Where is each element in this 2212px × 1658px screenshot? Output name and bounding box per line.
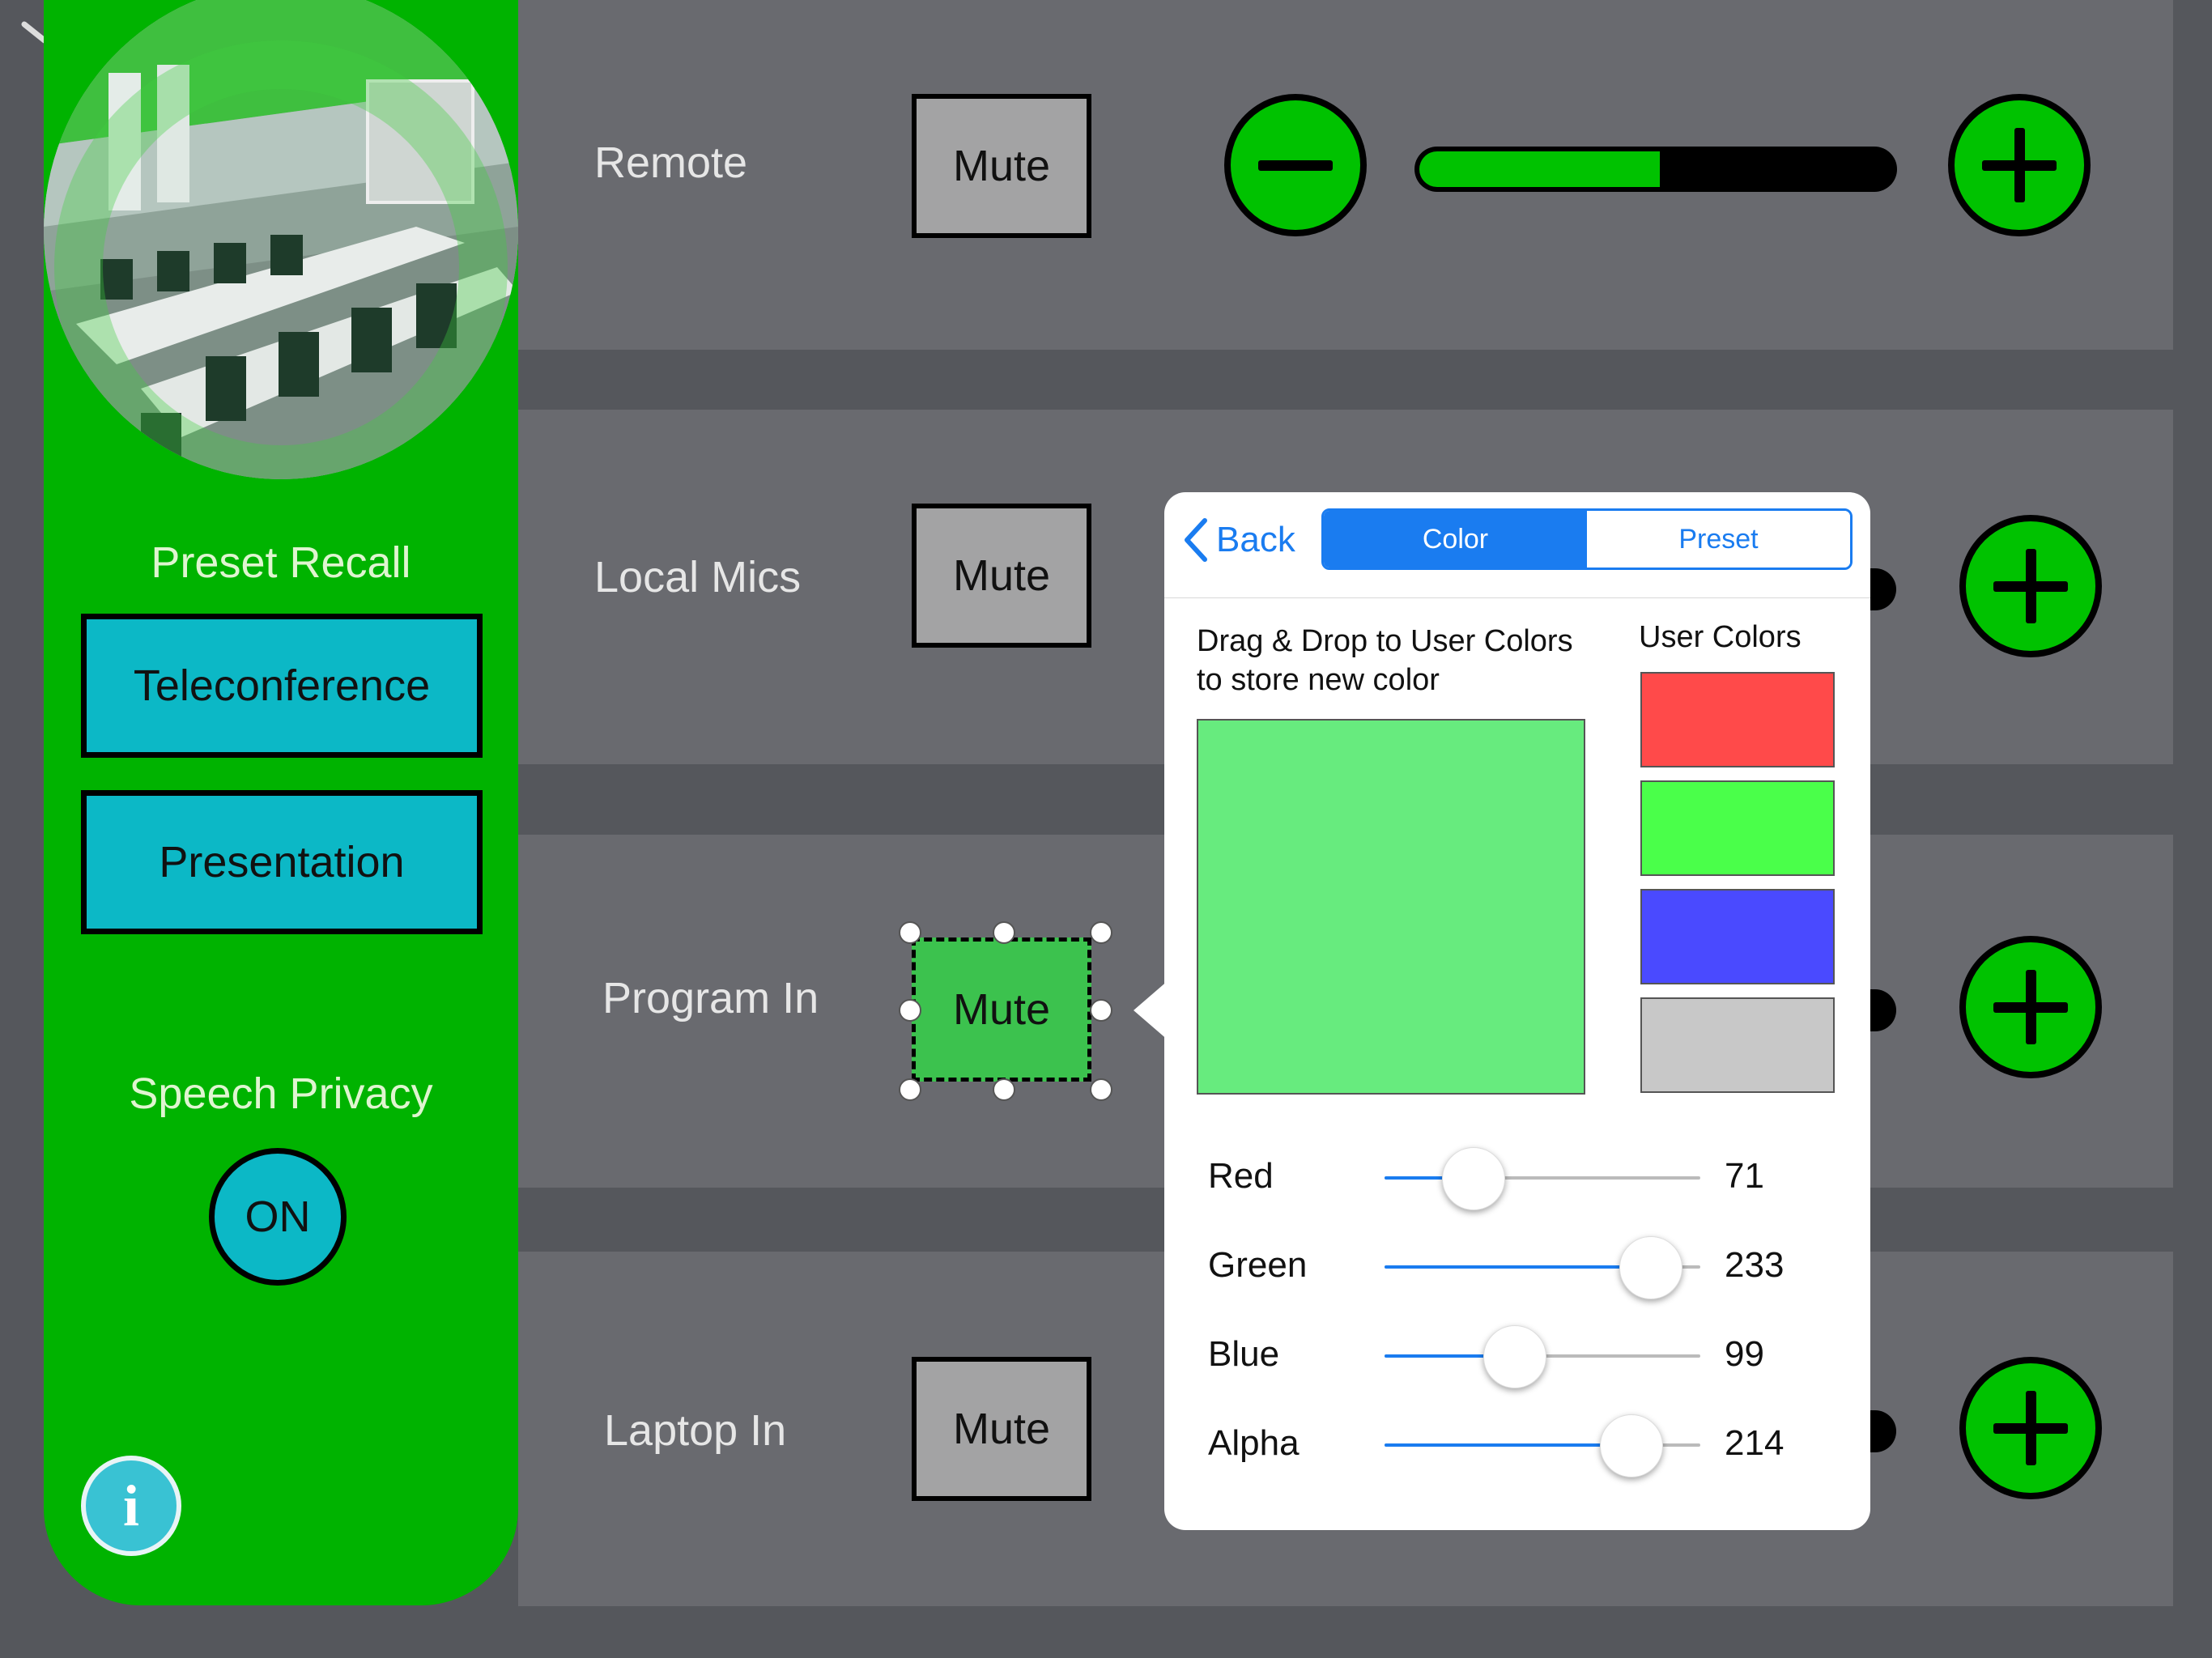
drag-drop-hint: Drag & Drop to User Colors to store new … xyxy=(1197,624,1573,697)
minus-icon xyxy=(1258,160,1333,171)
red-value: 71 xyxy=(1725,1156,1764,1196)
user-color-swatch-green[interactable] xyxy=(1640,780,1835,876)
color-picker-popover: Back Color Preset Drag & Drop to User Co… xyxy=(1164,492,1870,1530)
mute-button-local-mics[interactable]: Mute xyxy=(912,504,1091,648)
alpha-slider-row: Alpha 214 xyxy=(1164,1407,1870,1480)
preset-teleconference-button[interactable]: Teleconference xyxy=(81,614,483,758)
channel-label: Program In xyxy=(602,974,819,1022)
speech-privacy-toggle[interactable]: ON xyxy=(209,1148,347,1286)
color-preset-segmented-control: Color Preset xyxy=(1321,508,1853,570)
volume-down-button[interactable] xyxy=(1224,94,1367,236)
resize-handle[interactable] xyxy=(899,999,921,1022)
alpha-slider[interactable] xyxy=(1385,1414,1700,1477)
volume-up-button[interactable] xyxy=(1959,936,2102,1078)
chevron-left-icon xyxy=(1185,518,1207,562)
mute-button-program-in-selected[interactable]: Mute xyxy=(912,937,1091,1082)
user-color-swatch-blue[interactable] xyxy=(1640,889,1835,984)
red-slider-row: Red 71 xyxy=(1164,1140,1870,1213)
conference-room-image xyxy=(44,0,518,479)
mute-button-remote[interactable]: Mute xyxy=(912,94,1091,238)
alpha-value: 214 xyxy=(1725,1423,1784,1463)
red-slider[interactable] xyxy=(1385,1147,1700,1210)
preset-recall-title: Preset Recall xyxy=(151,538,411,587)
sidebar: Preset Recall Teleconference Presentatio… xyxy=(44,0,518,1605)
user-color-swatch-gray[interactable] xyxy=(1640,997,1835,1093)
green-slider-thumb[interactable] xyxy=(1619,1236,1682,1299)
blue-slider-row: Blue 99 xyxy=(1164,1318,1870,1391)
green-value: 233 xyxy=(1725,1245,1784,1285)
green-slider-label: Green xyxy=(1208,1245,1308,1285)
channel-label: Local Mics xyxy=(594,553,802,602)
volume-up-button[interactable] xyxy=(1959,1357,2102,1499)
blue-slider[interactable] xyxy=(1385,1325,1700,1388)
user-color-swatch-red[interactable] xyxy=(1640,672,1835,767)
channel-label: Laptop In xyxy=(604,1406,787,1455)
divider xyxy=(1164,597,1870,598)
green-slider[interactable] xyxy=(1385,1236,1700,1299)
red-slider-label: Red xyxy=(1208,1156,1274,1196)
blue-slider-label: Blue xyxy=(1208,1334,1280,1374)
tab-preset[interactable]: Preset xyxy=(1587,511,1850,568)
back-label: Back xyxy=(1216,520,1295,559)
speech-privacy-title: Speech Privacy xyxy=(129,1069,433,1118)
resize-handle[interactable] xyxy=(1090,999,1112,1022)
volume-slider[interactable] xyxy=(1414,147,1897,192)
user-colors-title: User Colors xyxy=(1639,620,1802,654)
blue-slider-thumb[interactable] xyxy=(1482,1325,1546,1388)
resize-handle[interactable] xyxy=(899,1078,921,1101)
volume-up-button[interactable] xyxy=(1948,94,2091,236)
color-preview-swatch[interactable] xyxy=(1197,719,1585,1095)
resize-handle[interactable] xyxy=(1090,1078,1112,1101)
preset-presentation-button[interactable]: Presentation xyxy=(81,790,483,934)
alpha-slider-thumb[interactable] xyxy=(1600,1414,1664,1477)
info-icon[interactable]: i xyxy=(81,1456,181,1556)
mute-button-laptop-in[interactable]: Mute xyxy=(912,1357,1091,1501)
blue-value: 99 xyxy=(1725,1334,1764,1374)
resize-handle[interactable] xyxy=(1090,921,1112,944)
red-slider-thumb[interactable] xyxy=(1442,1147,1506,1210)
resize-handle[interactable] xyxy=(993,1078,1015,1101)
volume-up-button[interactable] xyxy=(1959,515,2102,657)
alpha-slider-label: Alpha xyxy=(1208,1423,1300,1463)
green-slider-row: Green 233 xyxy=(1164,1229,1870,1302)
tab-color[interactable]: Color xyxy=(1324,511,1587,568)
back-button[interactable]: Back xyxy=(1179,513,1295,567)
resize-handle[interactable] xyxy=(899,921,921,944)
channel-label: Remote xyxy=(594,138,748,187)
volume-level-fill xyxy=(1419,151,1660,187)
resize-handle[interactable] xyxy=(993,921,1015,944)
